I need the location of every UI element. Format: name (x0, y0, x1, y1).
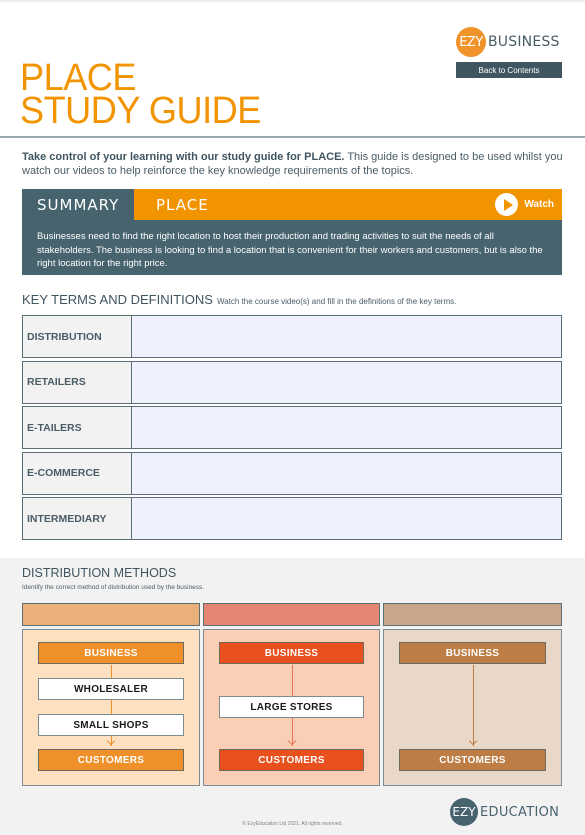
definition-input-e-commerce[interactable] (132, 452, 561, 494)
summary-panel: SUMMARY PLACE Watch Businesses need to f… (22, 189, 562, 275)
page-title: PLACE STUDY GUIDE (20, 59, 261, 132)
flow-start-box: BUSINESS (219, 642, 364, 664)
key-term-row: E-COMMERCE (22, 451, 562, 495)
copyright-text: © EzyEducation Ltd 2021. All rights rese… (242, 821, 343, 827)
summary-tab: SUMMARY (22, 189, 134, 220)
key-term-label: RETAILERS (23, 361, 132, 403)
key-terms-title: KEY TERMS AND DEFINITIONS (22, 292, 213, 307)
key-terms-subtitle: Watch the course video(s) and fill in th… (216, 297, 457, 306)
brand-word: BUSINESS (488, 34, 560, 50)
key-term-label: E-COMMERCE (23, 452, 132, 494)
distribution-panel-3: BUSINESS CUSTOMERS (383, 629, 562, 786)
arrow-down-icon (106, 736, 116, 746)
ezy-logo-badge: EZY (456, 27, 486, 57)
summary-header: SUMMARY PLACE Watch (22, 189, 562, 220)
flow-start-box: BUSINESS (38, 642, 184, 664)
intro-text: Take control of your learning with our s… (22, 150, 567, 178)
flow-intermediary-box: WHOLESALER (38, 678, 184, 700)
title-line-2: STUDY GUIDE (20, 90, 261, 132)
summary-topic-label: PLACE (156, 195, 209, 214)
flow-end-box: CUSTOMERS (219, 749, 364, 771)
definition-input-e-tailers[interactable] (132, 407, 561, 448)
distribution-column-1: BUSINESS WHOLESALER SMALL SHOPS CUSTOMER… (22, 603, 200, 786)
watch-video-button[interactable]: Watch (495, 193, 554, 216)
watch-label: Watch (524, 199, 554, 210)
distribution-methods-section: DISTRIBUTION METHODS Identify the correc… (0, 558, 585, 835)
key-term-label: INTERMEDIARY (23, 498, 132, 539)
distribution-panel-1: BUSINESS WHOLESALER SMALL SHOPS CUSTOMER… (22, 629, 200, 786)
distribution-answer-input-1[interactable] (22, 603, 200, 626)
flow-end-box: CUSTOMERS (38, 749, 184, 771)
distribution-answer-input-3[interactable] (383, 603, 562, 626)
definition-input-distribution[interactable] (132, 316, 561, 357)
title-divider (0, 136, 585, 138)
distribution-answer-input-2[interactable] (203, 603, 380, 626)
play-icon (495, 193, 519, 216)
flow-intermediary-box: SMALL SHOPS (38, 714, 184, 736)
key-term-row: INTERMEDIARY (22, 497, 562, 540)
key-terms-table: DISTRIBUTION RETAILERS E-TAILERS E-COMME… (22, 315, 562, 543)
key-term-label: DISTRIBUTION (23, 316, 132, 357)
key-terms-heading: KEY TERMS AND DEFINITIONS Watch the cour… (22, 292, 456, 307)
summary-body: Businesses need to find the right locati… (22, 220, 562, 275)
flow-connector (472, 665, 474, 746)
flow-end-box: CUSTOMERS (399, 749, 546, 771)
distribution-subtitle: Identify the correct method of distribut… (22, 584, 205, 591)
distribution-title: DISTRIBUTION METHODS (22, 566, 177, 580)
arrow-down-icon (468, 736, 477, 746)
key-term-row: E-TAILERS (22, 406, 562, 449)
ezy-business-logo: EZY BUSINESS (456, 27, 560, 57)
summary-topic: PLACE Watch (134, 189, 562, 220)
distribution-column-3: BUSINESS CUSTOMERS (383, 603, 562, 786)
arrow-down-icon (287, 736, 296, 746)
flow-start-box: BUSINESS (399, 642, 546, 664)
top-shadow (0, 0, 585, 3)
education-word: EDUCATION (480, 804, 560, 820)
flow-intermediary-box: LARGE STORES (219, 696, 364, 718)
key-term-label: E-TAILERS (23, 407, 132, 448)
definition-input-intermediary[interactable] (132, 498, 561, 539)
intro-bold: Take control of your learning with our s… (22, 151, 345, 163)
key-term-row: RETAILERS (22, 360, 562, 404)
back-to-contents-button[interactable]: Back to Contents (456, 62, 562, 78)
distribution-panel-2: BUSINESS LARGE STORES CUSTOMERS (203, 629, 380, 786)
definition-input-retailers[interactable] (132, 361, 561, 403)
distribution-column-2: BUSINESS LARGE STORES CUSTOMERS (203, 603, 380, 786)
key-term-row: DISTRIBUTION (22, 315, 562, 358)
